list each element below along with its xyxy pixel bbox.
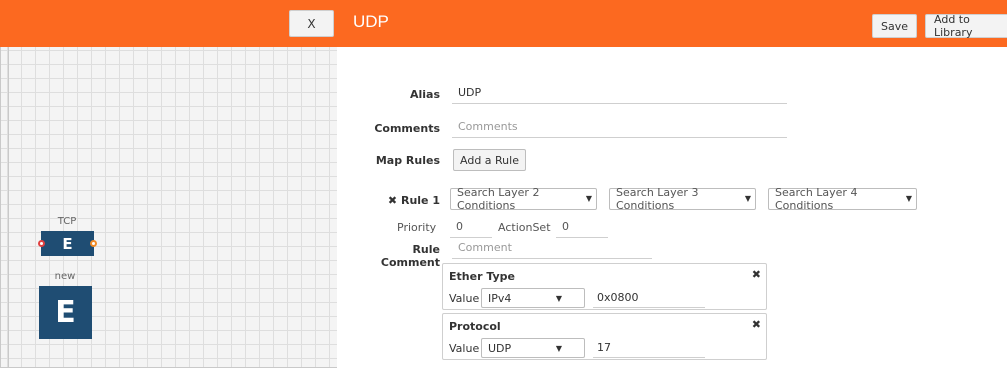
priority-label: Priority	[397, 221, 437, 234]
save-button[interactable]: Save	[872, 14, 917, 38]
alias-label: Alias	[409, 88, 440, 101]
selected-value: IPv4	[488, 291, 512, 305]
condition-title: Protocol	[449, 320, 501, 333]
layer2-conditions-select[interactable]: Search Layer 2 Conditions ▼	[450, 186, 597, 212]
layer3-conditions-select[interactable]: Search Layer 3 Conditions ▼	[609, 186, 756, 212]
close-button[interactable]: X	[289, 10, 334, 37]
condition-title: Ether Type	[449, 270, 516, 283]
close-icon[interactable]: ✖	[752, 318, 761, 331]
page-title: UDP	[353, 12, 389, 31]
canvas-header	[0, 0, 337, 47]
add-rule-button[interactable]: Add a Rule	[453, 149, 526, 171]
close-icon[interactable]: ✖	[752, 268, 761, 281]
rule-comment-label: Rule Comment	[380, 243, 440, 269]
new-node-label: new	[54, 271, 76, 282]
rule-label: Rule 1	[400, 194, 440, 207]
selected-value: UDP	[488, 341, 512, 355]
actionset-label: ActionSet	[498, 221, 551, 234]
value-label: Value	[449, 342, 480, 355]
ether-type-select[interactable]: IPv4 ▼	[481, 288, 585, 308]
priority-input[interactable]: 0	[450, 218, 492, 238]
rule-comment-input[interactable]: Comment	[452, 239, 652, 259]
layer4-placeholder: Search Layer 4 Conditions	[775, 186, 858, 212]
add-to-library-button[interactable]: Add to Library	[925, 13, 1007, 39]
tcp-node-label: TCP	[57, 216, 77, 227]
canvas-divider	[8, 47, 9, 368]
map-logo-icon: E	[55, 295, 76, 330]
rule-header: ✖ Rule 1	[380, 194, 440, 207]
new-map-node[interactable]: E	[39, 286, 92, 339]
ether-type-input[interactable]: 0x0800	[593, 288, 705, 308]
caret-down-icon: ▼	[585, 194, 592, 203]
remove-rule-icon[interactable]: ✖	[388, 194, 397, 207]
output-port-icon[interactable]	[90, 240, 97, 247]
actionset-input[interactable]: 0	[556, 218, 608, 238]
protocol-condition: Protocol ✖ Value UDP ▼ 17	[442, 313, 767, 360]
layer2-placeholder: Search Layer 2 Conditions	[457, 186, 540, 212]
layer4-conditions-select[interactable]: Search Layer 4 Conditions ▼	[768, 186, 917, 212]
tcp-map-node[interactable]: E	[38, 231, 97, 256]
protocol-select[interactable]: UDP ▼	[481, 338, 585, 358]
map-rules-label: Map Rules	[375, 154, 440, 167]
alias-input[interactable]: UDP	[452, 84, 787, 104]
caret-down-icon: ▼	[744, 194, 751, 203]
ether-type-condition: Ether Type ✖ Value IPv4 ▼ 0x0800	[442, 263, 767, 310]
caret-down-icon: ▼	[555, 344, 562, 353]
map-logo-icon: E	[62, 234, 73, 253]
comments-input[interactable]: Comments	[452, 118, 787, 138]
input-port-icon[interactable]	[38, 240, 45, 247]
comments-label: Comments	[374, 122, 440, 135]
caret-down-icon: ▼	[905, 194, 912, 203]
value-label: Value	[449, 292, 480, 305]
layer3-placeholder: Search Layer 3 Conditions	[616, 186, 699, 212]
protocol-input[interactable]: 17	[593, 338, 705, 358]
caret-down-icon: ▼	[555, 294, 562, 303]
editor-header: UDP Save Add to Library	[337, 0, 1007, 47]
